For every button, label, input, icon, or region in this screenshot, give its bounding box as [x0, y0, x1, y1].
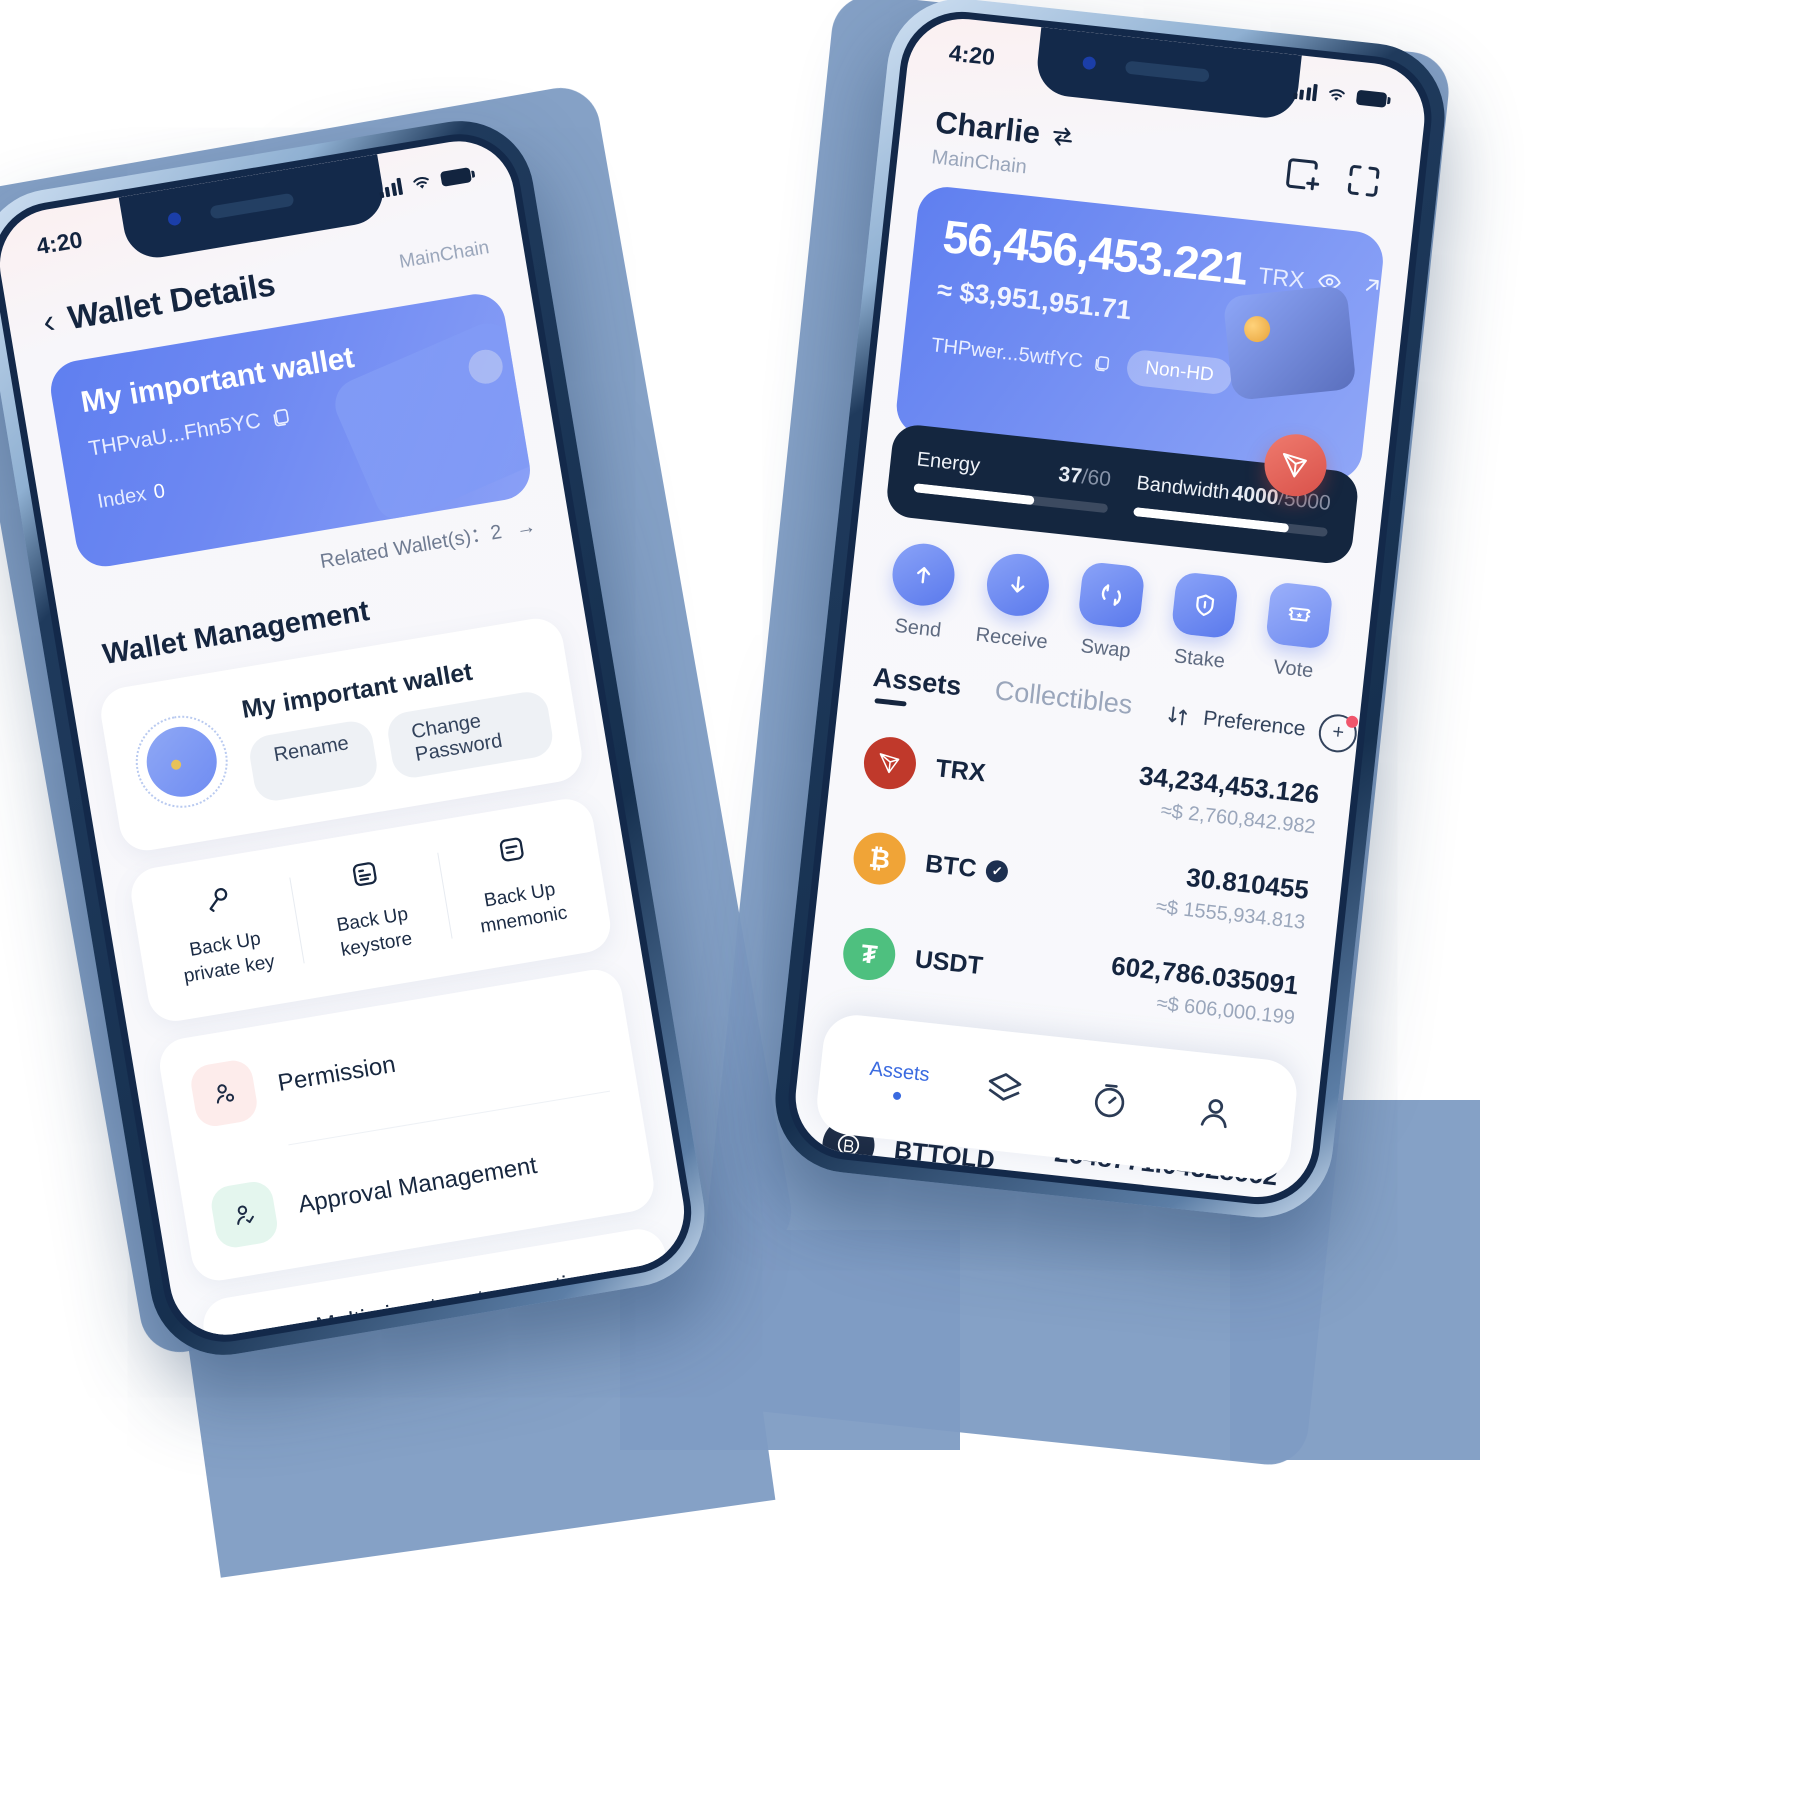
- resource-used: 37: [1057, 462, 1084, 489]
- nav-item-profile[interactable]: [1160, 1086, 1270, 1142]
- quick-action-swap[interactable]: Swap: [1057, 559, 1161, 666]
- account-name: Charlie: [933, 104, 1042, 151]
- preference-label[interactable]: Preference: [1202, 706, 1307, 741]
- btc-coin-icon: ₿: [850, 829, 909, 888]
- menu-item-label: Approval Management: [296, 1152, 539, 1219]
- pencil-icon: [233, 1325, 303, 1344]
- backup-private-key-label: Back Up private key: [182, 928, 277, 987]
- copy-icon[interactable]: [268, 405, 293, 430]
- wifi-icon: [413, 176, 429, 189]
- nav-item-assets[interactable]: Assets: [844, 1055, 954, 1105]
- wallet-address: THPvaU...Fhn5YC: [86, 409, 263, 461]
- quick-action-vote[interactable]: Vote: [1245, 580, 1349, 687]
- switch-account-icon[interactable]: [1048, 122, 1077, 151]
- wallet-3d-icon: [1222, 284, 1357, 401]
- shield-icon: [1171, 571, 1240, 640]
- swap-icon: [1077, 560, 1146, 630]
- status-time: 4:20: [947, 38, 997, 70]
- phone-bezel: 4:20 Charlie MainChain 56,456,453.221 TR…: [782, 5, 1438, 1211]
- arrow-down-icon: [983, 550, 1052, 620]
- key-icon: [147, 873, 288, 931]
- status-time: 4:20: [34, 225, 85, 259]
- backup-mnemonic-button[interactable]: Back Up mnemonic: [436, 822, 600, 945]
- approval-user-check-icon: [208, 1179, 281, 1251]
- trx-coin-icon: [861, 734, 919, 792]
- backup-keystore-label: Back Up keystore: [335, 903, 414, 961]
- ticket-icon: [1264, 581, 1334, 650]
- cellular-bars-icon: [1292, 81, 1318, 101]
- quick-action-send[interactable]: Send: [870, 539, 974, 646]
- status-badge-hd: Non-HD: [1125, 348, 1234, 396]
- resource-total: 60: [1086, 465, 1113, 492]
- battery-icon: [1355, 89, 1388, 108]
- mnemonic-icon: [442, 823, 583, 881]
- sort-updown-icon[interactable]: [1164, 702, 1190, 728]
- permission-user-icon: [188, 1058, 260, 1130]
- page-title: Wallet Details: [65, 265, 278, 337]
- wallet-home-body: Charlie MainChain 56,456,453.221 TRX ≈ $…: [790, 13, 1430, 1203]
- asset-symbol: BTC: [923, 849, 978, 883]
- menu-item-label: Permission: [276, 1051, 398, 1098]
- active-indicator-dot: [892, 1090, 902, 1100]
- resource-label: Bandwidth: [1135, 472, 1231, 505]
- wifi-icon: [1329, 88, 1345, 101]
- layers-icon: [988, 1072, 1022, 1101]
- quick-action-stake[interactable]: Stake: [1151, 569, 1255, 676]
- wallet-index-label: Index: [95, 483, 148, 513]
- permissions-card: Permission Approval Management: [155, 966, 658, 1285]
- change-password-button[interactable]: Change Password: [384, 688, 556, 781]
- header-actions: [1280, 152, 1386, 203]
- asset-symbol: USDT: [913, 944, 985, 980]
- account-info[interactable]: Charlie MainChain: [930, 104, 1077, 184]
- arrow-up-icon: [889, 540, 958, 609]
- usdt-coin-icon: ₮: [840, 925, 898, 983]
- screenshot-stage: 4:20 ‹ Wallet Details MainChain My impor…: [0, 0, 1800, 1800]
- wallet-index-value: 0: [152, 480, 167, 504]
- balance-address-row[interactable]: THPwer...5wtfYC: [930, 334, 1113, 376]
- explore-icon: [1094, 1083, 1125, 1117]
- status-icons: [377, 166, 472, 198]
- copy-icon[interactable]: [1091, 353, 1113, 375]
- nav-item-label: Assets: [868, 1057, 931, 1086]
- verified-check-icon: ✓: [985, 859, 1010, 884]
- add-token-icon[interactable]: +: [1317, 711, 1360, 754]
- backup-mnemonic-label: Back Up mnemonic: [478, 879, 569, 938]
- quick-action-receive[interactable]: Receive: [964, 549, 1068, 656]
- add-wallet-icon[interactable]: [1280, 152, 1324, 196]
- status-icons: [1292, 81, 1388, 108]
- asset-symbol: TRX: [934, 753, 987, 787]
- nav-item-layers[interactable]: [949, 1063, 1059, 1119]
- arrow-up-right-icon[interactable]: [1359, 272, 1385, 298]
- screen-wallet-home: 4:20 Charlie MainChain 56,456,453.221 TR…: [789, 13, 1431, 1203]
- arrow-right-icon: →: [514, 515, 538, 541]
- backup-private-key-button[interactable]: Back Up private key: [141, 872, 305, 995]
- back-chevron-left-icon[interactable]: ‹: [40, 302, 57, 341]
- rename-button[interactable]: Rename: [246, 718, 380, 804]
- scan-qr-icon[interactable]: [1342, 159, 1386, 203]
- battery-icon: [439, 166, 472, 187]
- resource-energy[interactable]: Energy 37/60: [913, 447, 1113, 514]
- keystore-icon: [295, 848, 436, 906]
- cellular-bars-icon: [377, 177, 404, 198]
- nav-item-explore[interactable]: [1054, 1075, 1164, 1131]
- resource-label: Energy: [915, 448, 982, 478]
- wallet-avatar-icon[interactable]: [128, 708, 235, 815]
- backup-keystore-button[interactable]: Back Up keystore: [289, 847, 453, 970]
- chain-label[interactable]: MainChain: [398, 237, 491, 274]
- balance-address: THPwer...5wtfYC: [930, 333, 1084, 373]
- profile-icon: [1200, 1098, 1227, 1128]
